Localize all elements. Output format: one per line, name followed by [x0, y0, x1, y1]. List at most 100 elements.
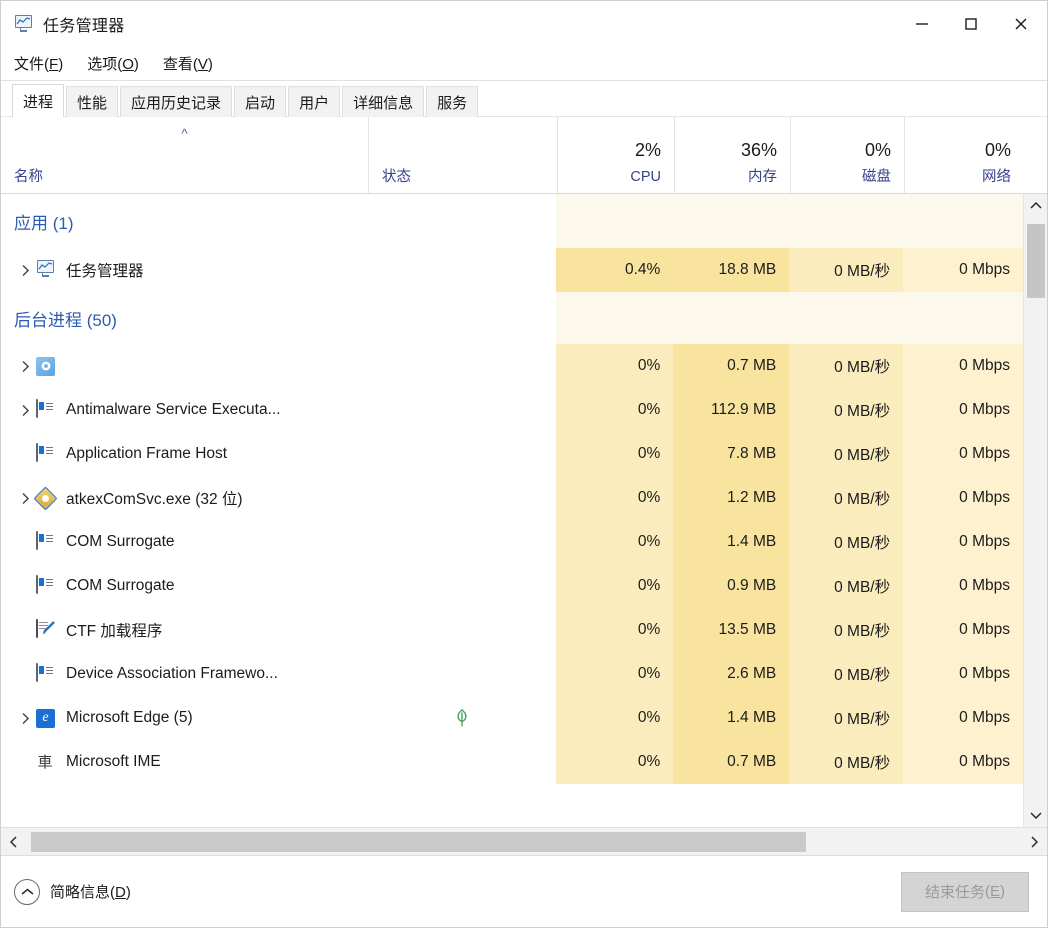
process-group-header[interactable]: 应用 (1) — [1, 194, 1023, 248]
process-list[interactable]: 应用 (1) 任务管理器 0.4% 18.8 MB 0 MB/秒 0 Mbps 后台进程 (… — [1, 194, 1023, 827]
scroll-up-icon[interactable] — [1024, 194, 1048, 218]
process-memory-cell: 0.7 MB — [673, 344, 790, 388]
process-disk-value: 0 MB/秒 — [834, 359, 891, 376]
process-row[interactable]: 0% 0.7 MB 0 MB/秒 0 Mbps — [1, 344, 1023, 388]
process-card-icon — [36, 662, 57, 685]
leaf-icon — [457, 708, 467, 727]
expand-chevron-icon[interactable] — [14, 712, 36, 725]
horizontal-scroll-thumb[interactable] — [31, 831, 807, 852]
column-header-network[interactable]: 0% 网络 — [904, 117, 1024, 193]
process-row[interactable]: 車 Microsoft IME 0% 0.7 MB 0 MB/秒 0 Mbps — [1, 740, 1023, 784]
process-disk-value: 0 MB/秒 — [834, 263, 891, 280]
process-disk-cell: 0 MB/秒 — [789, 652, 904, 696]
column-header-status-label: 状态 — [382, 168, 411, 185]
column-header-name[interactable]: ^ 名称 — [1, 117, 368, 193]
column-header-status[interactable]: 状态 — [368, 117, 557, 193]
process-row[interactable]: Antimalware Service Executa... 0% 112.9 MB… — [1, 388, 1023, 432]
process-disk-cell: 0 MB/秒 — [789, 476, 904, 520]
column-header-name-label: 名称 — [14, 168, 43, 185]
column-header-disk[interactable]: 0% 磁盘 — [790, 117, 904, 193]
fewer-details-button[interactable]: 简略信息(D) — [14, 878, 131, 905]
column-header-memory[interactable]: 36% 内存 — [674, 117, 790, 193]
process-row[interactable]: Device Association Framewo... 0% 2.6 MB 0 M… — [1, 652, 1023, 696]
process-network-value: 0 Mbps — [959, 261, 1010, 278]
process-network-cell: 0 Mbps — [903, 344, 1023, 388]
tab-performance[interactable]: 性能 — [66, 86, 119, 117]
tab-services[interactable]: 服务 — [426, 86, 479, 117]
horizontal-scrollbar[interactable] — [1, 827, 1047, 855]
process-name-label: Application Frame Host — [66, 445, 228, 462]
scroll-down-icon[interactable] — [1024, 803, 1048, 827]
process-card-icon — [36, 442, 57, 465]
process-name-label: Device Association Framewo... — [66, 665, 278, 682]
menu-item-file[interactable]: 文件(F) — [14, 53, 63, 74]
process-memory-value: 1.4 MB — [727, 709, 777, 726]
end-task-button[interactable]: 结束任务(E) — [901, 871, 1029, 912]
scroll-right-icon[interactable] — [1021, 829, 1047, 855]
group-status-cell — [368, 292, 557, 344]
fewer-details-mnemonic: D — [115, 884, 126, 901]
expand-chevron-icon[interactable] — [14, 404, 36, 417]
process-status-cell — [368, 740, 557, 784]
process-disk-cell: 0 MB/秒 — [789, 432, 904, 476]
process-row[interactable]: 任务管理器 0.4% 18.8 MB 0 MB/秒 0 Mbps — [1, 248, 1023, 292]
process-row[interactable]: atkexComSvc.exe (32 位) 0% 1.2 MB 0 MB/秒 0 Mb… — [1, 476, 1023, 520]
expand-chevron-icon[interactable] — [14, 360, 36, 373]
group-network-cell — [903, 194, 1023, 248]
expand-chevron-icon[interactable] — [14, 492, 36, 505]
process-network-value: 0 Mbps — [959, 621, 1010, 638]
process-network-value: 0 Mbps — [959, 577, 1010, 594]
process-row[interactable]: e Microsoft Edge (5) 0% 1.4 MB 0 MB/秒 0 Mbps — [1, 696, 1023, 740]
process-memory-value: 1.4 MB — [727, 533, 777, 550]
process-cpu-cell: 0% — [556, 740, 674, 784]
column-header-memory-pct: 36% — [740, 139, 777, 160]
group-label: 应用 (1) — [14, 213, 74, 233]
process-group-header[interactable]: 后台进程 (50) — [1, 292, 1023, 344]
menu-item-options[interactable]: 选项(O) — [87, 53, 139, 74]
vertical-scroll-track[interactable] — [1024, 218, 1048, 803]
ctf-loader-icon — [36, 618, 57, 641]
process-memory-cell: 2.6 MB — [673, 652, 790, 696]
process-network-cell: 0 Mbps — [903, 564, 1023, 608]
process-network-value: 0 Mbps — [959, 709, 1010, 726]
process-status-cell — [368, 432, 557, 476]
maximize-button[interactable] — [946, 1, 995, 47]
process-memory-value: 18.8 MB — [718, 261, 777, 278]
close-button[interactable] — [995, 1, 1047, 47]
process-name-label: COM Surrogate — [66, 577, 175, 594]
tab-users[interactable]: 用户 — [288, 86, 341, 117]
minimize-button[interactable] — [897, 1, 946, 47]
column-header-cpu-pct: 2% — [634, 139, 661, 160]
horizontal-scroll-track[interactable] — [27, 829, 1021, 855]
process-status-cell — [368, 248, 557, 292]
vertical-scroll-thumb[interactable] — [1026, 224, 1045, 298]
process-row[interactable]: COM Surrogate 0% 1.4 MB 0 MB/秒 0 Mbps — [1, 520, 1023, 564]
menu-item-file-mnemonic: F — [49, 56, 59, 73]
ime-icon: 車 — [37, 754, 53, 771]
process-network-value: 0 Mbps — [959, 357, 1010, 374]
process-row[interactable]: CTF 加载程序 0% 13.5 MB 0 MB/秒 0 Mbps — [1, 608, 1023, 652]
process-cpu-cell: 0% — [556, 344, 674, 388]
tab-details[interactable]: 详细信息 — [342, 86, 425, 117]
scroll-left-icon[interactable] — [1, 829, 27, 855]
menu-item-view[interactable]: 查看(V) — [163, 53, 213, 74]
process-cpu-value: 0% — [637, 709, 661, 726]
process-cpu-value: 0.4% — [624, 261, 661, 278]
process-cpu-cell: 0% — [556, 608, 674, 652]
process-disk-cell: 0 MB/秒 — [789, 388, 904, 432]
process-row[interactable]: COM Surrogate 0% 0.9 MB 0 MB/秒 0 Mbps — [1, 564, 1023, 608]
process-status-cell — [368, 344, 557, 388]
process-memory-value: 7.8 MB — [727, 445, 777, 462]
process-network-cell: 0 Mbps — [903, 520, 1023, 564]
column-header-cpu[interactable]: 2% CPU — [557, 117, 674, 193]
sort-ascending-icon: ^ — [181, 126, 188, 141]
expand-chevron-icon[interactable] — [14, 264, 36, 277]
vertical-scrollbar[interactable] — [1023, 194, 1047, 827]
process-network-value: 0 Mbps — [959, 533, 1010, 550]
tab-app-history[interactable]: 应用历史记录 — [120, 86, 233, 117]
tab-performance-label: 性能 — [77, 94, 108, 112]
process-disk-cell: 0 MB/秒 — [789, 696, 904, 740]
process-row[interactable]: Application Frame Host 0% 7.8 MB 0 MB/秒 0 Mb… — [1, 432, 1023, 476]
tab-startup[interactable]: 启动 — [234, 86, 287, 117]
tab-processes[interactable]: 进程 — [12, 84, 65, 117]
